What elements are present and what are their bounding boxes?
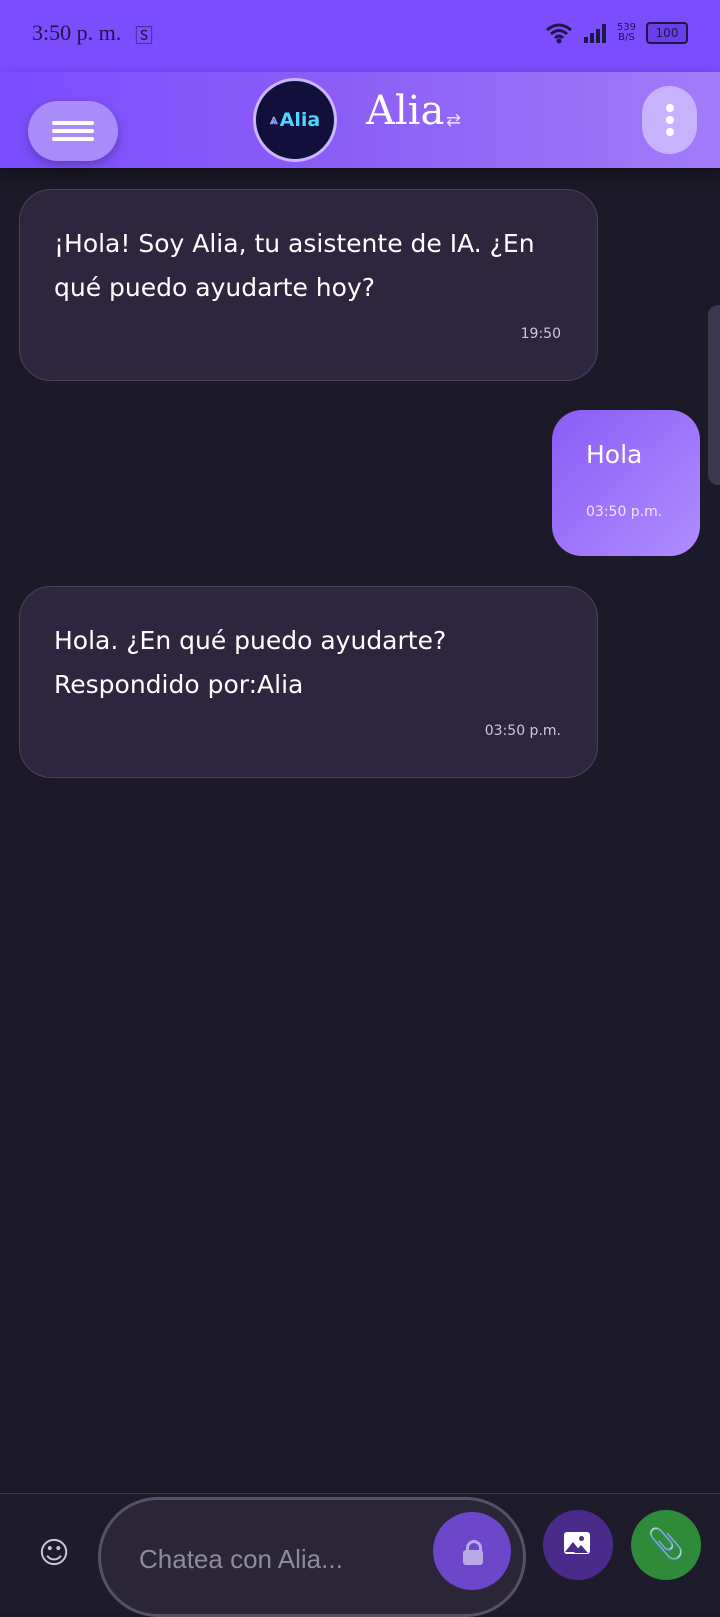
app-header: ⩓ Alia Alia ⇄ <box>0 72 720 168</box>
menu-button[interactable] <box>28 101 118 161</box>
status-icons: 539 B/S 100 <box>545 22 688 44</box>
signal-icon <box>583 24 606 43</box>
image-icon-mountain <box>574 1545 588 1553</box>
net-speed-unit: B/S <box>618 32 635 43</box>
more-dot <box>666 116 674 124</box>
user-message: Hola 03:50 p.m. <box>552 410 700 556</box>
lock-body <box>463 1550 483 1565</box>
bot-message: Hola. ¿En qué puedo ayudarte? Respondido… <box>19 586 598 778</box>
sim-icon: 🅂 <box>135 26 153 47</box>
bot-message: ¡Hola! Soy Alia, tu asistente de IA. ¿En… <box>19 189 598 381</box>
side-drawer-handle[interactable] <box>708 305 720 485</box>
message-input-container <box>98 1497 526 1617</box>
logo-text: Alia <box>279 109 321 131</box>
paperclip-icon: 📎 <box>647 1527 685 1562</box>
hamburger-menu-icon <box>52 121 94 125</box>
message-time: 03:50 p.m. <box>484 723 561 739</box>
battery-indicator: 100 <box>646 22 688 44</box>
more-options-button[interactable] <box>642 86 697 154</box>
message-text: ¡Hola! Soy Alia, tu asistente de IA. ¿En… <box>54 229 535 302</box>
image-icon-sun <box>579 1536 584 1541</box>
swap-icon[interactable]: ⇄ <box>446 110 461 131</box>
emoji-icon[interactable]: ☺ <box>38 1538 70 1570</box>
wifi-icon <box>545 23 572 44</box>
lock-button[interactable] <box>433 1512 511 1590</box>
logo-mark-icon: ⩓ <box>269 112 278 128</box>
hamburger-line <box>52 129 94 133</box>
app-logo: ⩓ Alia <box>253 78 337 162</box>
image-button[interactable] <box>543 1510 613 1580</box>
status-bar: 3:50 p. m. 🅂 539 B/S 100 <box>0 0 720 72</box>
message-input[interactable] <box>137 1528 441 1590</box>
composer-bar: ☺ 📎 <box>0 1493 720 1617</box>
attach-button[interactable]: 📎 <box>631 1510 701 1580</box>
more-dot <box>666 128 674 136</box>
hamburger-line <box>52 137 94 141</box>
message-time: 03:50 p.m. <box>586 504 663 520</box>
message-text: Hola. ¿En qué puedo ayudarte? Respondido… <box>54 626 447 699</box>
more-vertical-icon <box>666 104 674 112</box>
image-icon <box>564 1532 590 1554</box>
chat-title[interactable]: Alia <box>366 88 444 134</box>
message-time: 19:50 <box>520 326 561 342</box>
status-time: 3:50 p. m. <box>32 20 122 45</box>
message-text: Hola <box>586 440 643 469</box>
net-speed: 539 B/S <box>617 23 636 43</box>
